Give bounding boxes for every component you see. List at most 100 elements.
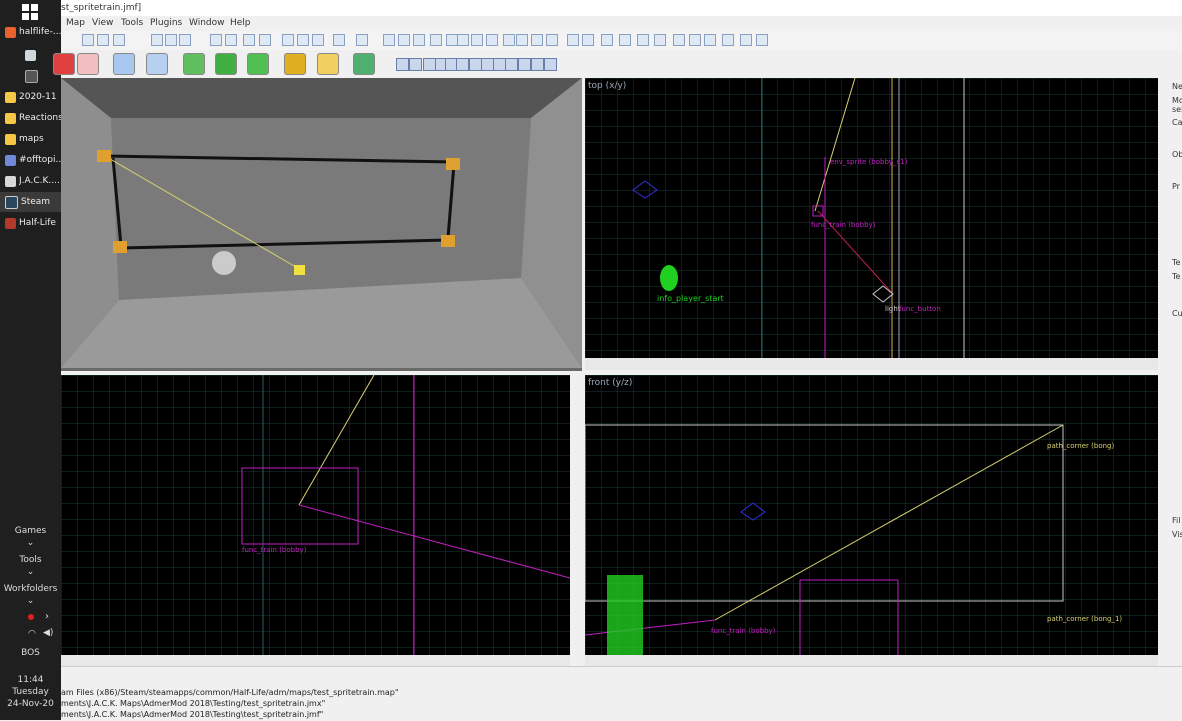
menu-view[interactable]: View xyxy=(92,18,113,28)
toolbar-icon-button[interactable] xyxy=(471,34,483,46)
chevron-down-icon[interactable]: ⌄ xyxy=(0,596,61,606)
taskbar-item-steam[interactable]: Steam xyxy=(0,192,61,212)
viewport-side-hscrollbar[interactable] xyxy=(61,655,570,666)
render-mode-button[interactable] xyxy=(531,58,544,71)
render-mode-button[interactable] xyxy=(409,58,422,71)
tool-texture-button[interactable] xyxy=(284,53,306,75)
taskbar-group-tools[interactable]: Tools xyxy=(0,555,61,565)
record-icon[interactable] xyxy=(28,614,34,620)
toolbar-icon-button[interactable] xyxy=(704,34,716,46)
render-mode-button[interactable] xyxy=(544,58,557,71)
toolbar-icon-button[interactable] xyxy=(567,34,579,46)
toolbar-icon-button[interactable] xyxy=(282,34,294,46)
toolbar-icon-button[interactable] xyxy=(654,34,666,46)
title-bar[interactable]: st_spritetrain.jmf] xyxy=(61,0,1182,16)
wifi-icon[interactable]: ◠ xyxy=(28,629,36,639)
chevron-right-icon[interactable]: › xyxy=(45,611,49,622)
clock-time[interactable]: 11:44 xyxy=(0,675,61,685)
toolbar-icon-button[interactable] xyxy=(619,34,631,46)
toolbar-icon-button[interactable] xyxy=(383,34,395,46)
toolbar-icon-button[interactable] xyxy=(151,34,163,46)
tool-path-button[interactable] xyxy=(353,53,375,75)
tool-record-button[interactable] xyxy=(77,53,99,75)
windows-start-icon[interactable] xyxy=(22,4,38,20)
toolbar-icon-button[interactable] xyxy=(516,34,528,46)
toolbar-icon-button[interactable] xyxy=(225,34,237,46)
toolbar-icon-button[interactable] xyxy=(179,34,191,46)
toolbar-icon-button[interactable] xyxy=(601,34,613,46)
taskbar-item-app3[interactable] xyxy=(0,66,61,86)
viewport-top[interactable]: info_player_start func_train (bobby) env… xyxy=(585,78,1158,358)
tool-select-button[interactable] xyxy=(113,53,135,75)
toolbar-icon-button[interactable] xyxy=(210,34,222,46)
toolbar-icon-button[interactable] xyxy=(259,34,271,46)
player-start-icon[interactable] xyxy=(660,265,678,291)
toolbar-icon-button[interactable] xyxy=(297,34,309,46)
toolbar-icon-button[interactable] xyxy=(722,34,734,46)
toolbar-icon-button[interactable] xyxy=(312,34,324,46)
viewport-front-hscrollbar[interactable] xyxy=(585,655,1158,666)
tool-decal-button[interactable] xyxy=(215,53,237,75)
toolbar-icon-button[interactable] xyxy=(673,34,685,46)
tool-camera-button[interactable] xyxy=(53,53,75,75)
func-train-block[interactable] xyxy=(294,265,305,275)
toolbar-icon-button[interactable] xyxy=(457,34,469,46)
panel-category-label: Ca xyxy=(1172,118,1182,127)
toolbar-icon-button[interactable] xyxy=(486,34,498,46)
toolbar-icon-button[interactable] xyxy=(430,34,442,46)
taskbar-item-discord[interactable]: #offtopi... xyxy=(0,150,61,170)
viewport-front[interactable]: front (y/z) path_corner (bong) path_corn… xyxy=(585,375,1158,655)
path-corner-marker[interactable] xyxy=(446,158,460,170)
volume-icon[interactable]: ◀) xyxy=(43,628,53,638)
path-corner-marker[interactable] xyxy=(441,235,455,247)
taskbar-group-games[interactable]: Games xyxy=(0,526,61,536)
viewport-top-hscrollbar[interactable] xyxy=(585,358,1158,370)
render-mode-button[interactable] xyxy=(396,58,409,71)
menu-help[interactable]: Help xyxy=(230,18,251,28)
taskbar-item-firefox[interactable]: halflife-... xyxy=(0,22,61,42)
menu-plugins[interactable]: Plugins xyxy=(150,18,182,28)
toolbar-icon-button[interactable] xyxy=(82,34,94,46)
tool-block-button[interactable] xyxy=(146,53,168,75)
toolbar-icon-button[interactable] xyxy=(165,34,177,46)
menu-tools[interactable]: Tools xyxy=(121,18,143,28)
taskbar-item-folder-maps[interactable]: maps xyxy=(0,129,61,149)
chevron-down-icon[interactable]: ⌄ xyxy=(0,567,61,577)
viewport-side[interactable]: func_train (bobby) xyxy=(61,375,570,655)
toolbar-icon-button[interactable] xyxy=(97,34,109,46)
toolbar-icon-button[interactable] xyxy=(756,34,768,46)
player-model-icon[interactable] xyxy=(607,575,643,655)
taskbar-item-app2[interactable] xyxy=(0,45,61,65)
render-mode-button[interactable] xyxy=(505,58,518,71)
taskbar-item-jack[interactable]: J.A.C.K.... xyxy=(0,171,61,191)
render-mode-button[interactable] xyxy=(456,58,469,71)
menu-map[interactable]: Map xyxy=(66,18,85,28)
toolbar-icon-button[interactable] xyxy=(531,34,543,46)
path-corner-marker[interactable] xyxy=(97,150,111,162)
taskbar-item-folder-reactions[interactable]: Reactions xyxy=(0,108,61,128)
toolbar-icon-button[interactable] xyxy=(740,34,752,46)
toolbar-icon-button[interactable] xyxy=(243,34,255,46)
label-path-corner-bottom: path_corner (bong_1) xyxy=(1047,615,1122,623)
toolbar-icon-button[interactable] xyxy=(113,34,125,46)
toolbar-icon-button[interactable] xyxy=(637,34,649,46)
toolbar-icon-button[interactable] xyxy=(689,34,701,46)
menu-window[interactable]: Window xyxy=(189,18,225,28)
toolbar-icon-button[interactable] xyxy=(503,34,515,46)
render-mode-button[interactable] xyxy=(518,58,531,71)
viewport-3d[interactable] xyxy=(61,78,582,371)
path-corner-marker[interactable] xyxy=(113,241,127,253)
toolbar-icon-button[interactable] xyxy=(398,34,410,46)
toolbar-icon-button[interactable] xyxy=(413,34,425,46)
taskbar-item-folder-2020-11[interactable]: 2020-11 xyxy=(0,87,61,107)
tool-clip-button[interactable] xyxy=(247,53,269,75)
toolbar-icon-button[interactable] xyxy=(333,34,345,46)
tool-vertex-button[interactable] xyxy=(317,53,339,75)
chevron-down-icon[interactable]: ⌄ xyxy=(0,538,61,548)
toolbar-icon-button[interactable] xyxy=(356,34,368,46)
taskbar-group-workfolders[interactable]: Workfolders xyxy=(0,584,61,594)
tool-entity-button[interactable] xyxy=(183,53,205,75)
taskbar-item-half-life[interactable]: Half-Life xyxy=(0,213,61,233)
toolbar-icon-button[interactable] xyxy=(546,34,558,46)
toolbar-icon-button[interactable] xyxy=(582,34,594,46)
